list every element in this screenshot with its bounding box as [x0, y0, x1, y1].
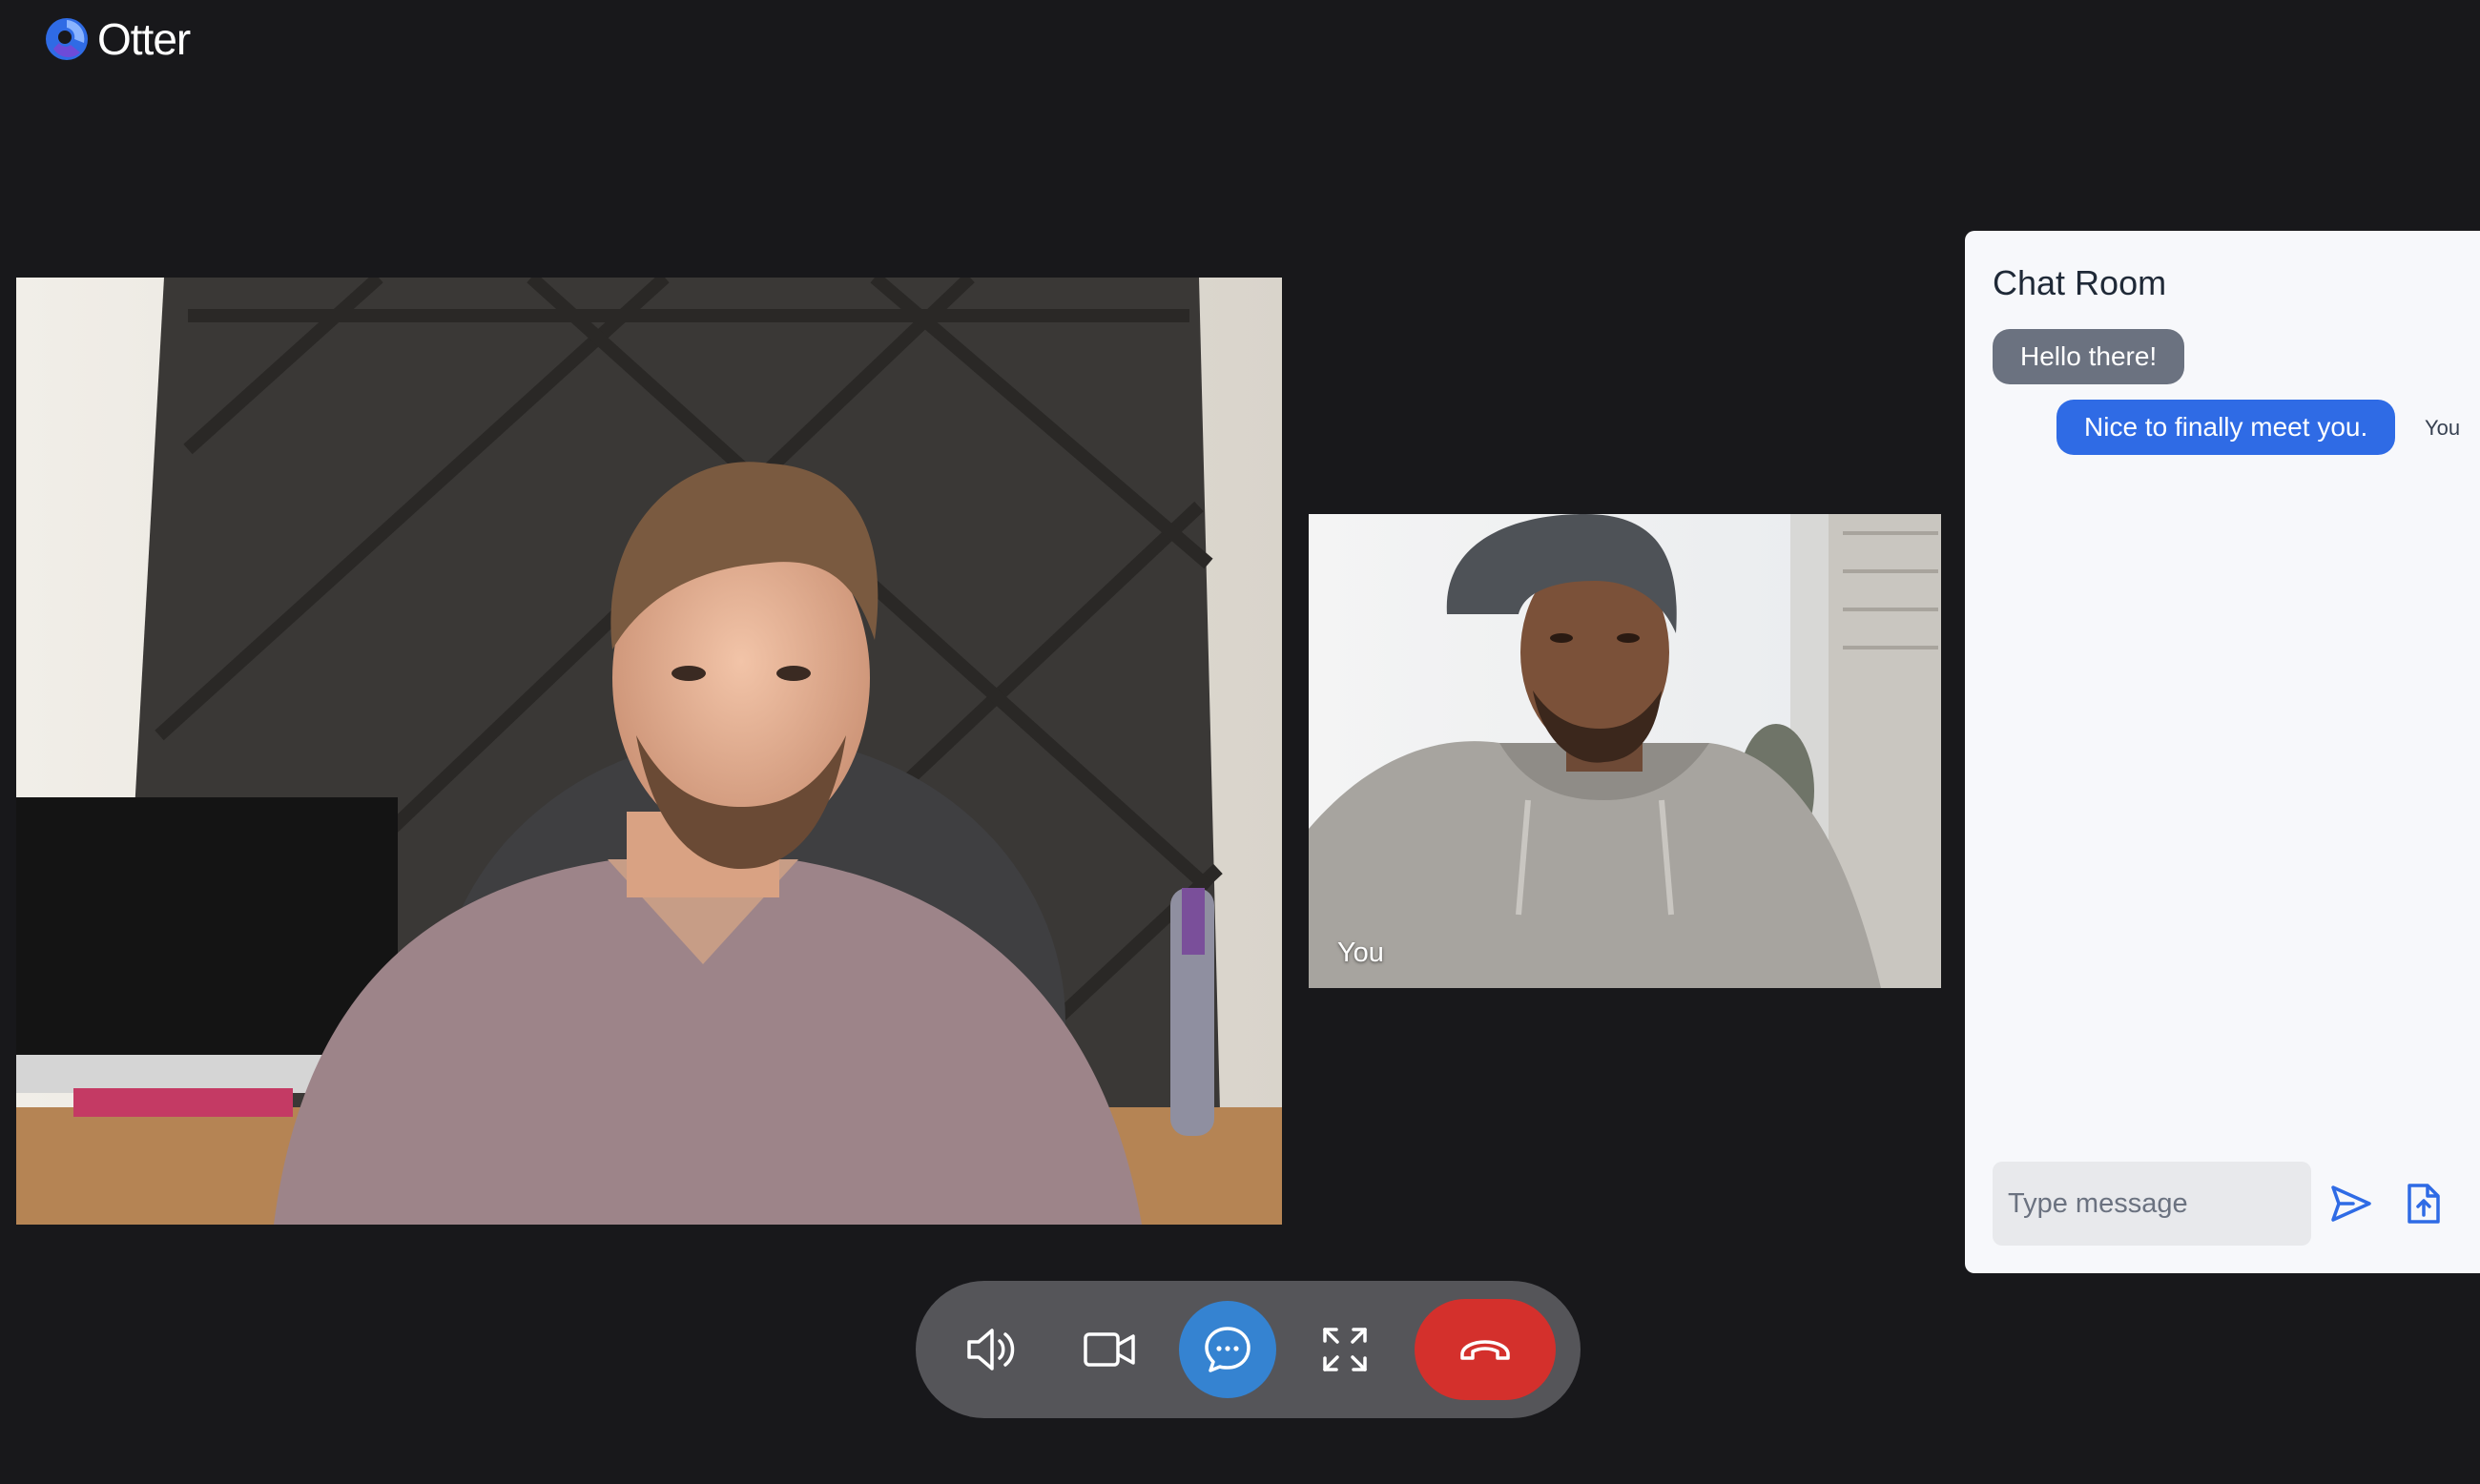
speaker-icon [967, 1329, 1015, 1371]
file-upload-icon [2408, 1184, 2440, 1224]
hang-up-button[interactable] [1415, 1299, 1556, 1400]
chat-bubble-icon [1205, 1327, 1250, 1372]
app-name: Otter [97, 14, 191, 64]
send-icon [2331, 1185, 2371, 1222]
app-logo[interactable]: Otter [42, 13, 191, 65]
remote-video-feed [16, 278, 1282, 1225]
speaker-button[interactable] [941, 1299, 1043, 1400]
otter-logo-icon [46, 18, 88, 60]
phone-hangup-icon [1460, 1340, 1510, 1360]
outgoing-message: Nice to finally meet you. [2056, 400, 2396, 455]
incoming-message: Hello there! [1993, 329, 2185, 384]
camera-button[interactable] [1059, 1299, 1160, 1400]
self-video: You [1309, 514, 1941, 988]
self-video-feed [1309, 514, 1941, 988]
chat-toggle-button[interactable] [1179, 1301, 1276, 1398]
call-control-bar [916, 1281, 1581, 1418]
message-sender-label: You [2425, 416, 2461, 440]
self-video-label: You [1337, 938, 1384, 968]
expand-icon [1323, 1328, 1367, 1371]
message-input[interactable] [1993, 1162, 2311, 1246]
video-camera-icon [1084, 1332, 1135, 1367]
video-call-screen: Otter You Chat Room Hello there! Nice to… [0, 0, 2480, 1484]
chat-panel: Chat Room Hello there! Nice to finally m… [1965, 231, 2480, 1273]
send-button[interactable] [2325, 1177, 2378, 1230]
remote-video [16, 278, 1282, 1225]
chat-title: Chat Room [1993, 263, 2167, 302]
fullscreen-button[interactable] [1294, 1299, 1395, 1400]
attach-file-button[interactable] [2397, 1177, 2450, 1230]
